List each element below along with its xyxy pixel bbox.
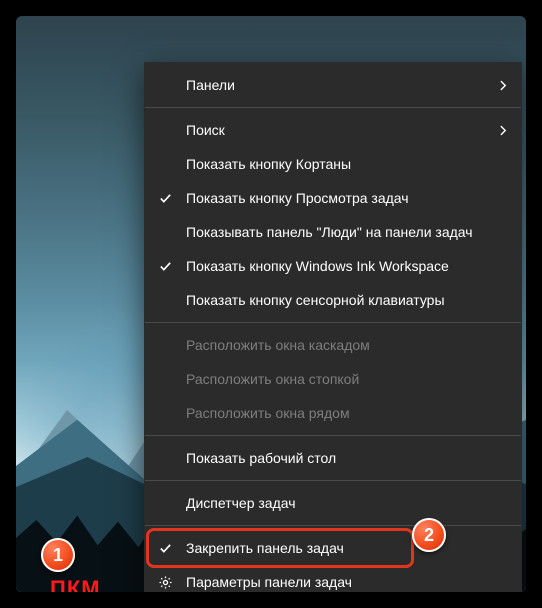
menu-item-label: Показать кнопку Кортаны [186, 156, 351, 172]
screenshot-stage: Панели Поиск Показать кнопку Кортаны [0, 0, 542, 608]
menu-separator [145, 525, 521, 526]
menu-item-label: Расположить окна стопкой [186, 371, 359, 387]
gear-icon [156, 573, 174, 591]
menu-separator [145, 480, 521, 481]
menu-item-label: Панели [186, 77, 235, 93]
menu-item-cascade-windows: Расположить окна каскадом [144, 328, 522, 362]
check-icon [158, 191, 172, 205]
menu-item-label: Показать кнопку сенсорной клавиатуры [186, 292, 445, 308]
menu-item-people-bar[interactable]: Показывать панель "Люди" на панели задач [144, 215, 522, 249]
chevron-right-icon [498, 78, 508, 92]
desktop-area: Панели Поиск Показать кнопку Кортаны [16, 16, 526, 592]
taskbar-context-menu: Панели Поиск Показать кнопку Кортаны [144, 62, 522, 592]
annotation-rcm-label: ПКМ [50, 576, 101, 592]
check-icon [158, 541, 172, 555]
menu-item-task-manager[interactable]: Диспетчер задач [144, 486, 522, 520]
menu-separator [145, 322, 521, 323]
menu-item-label: Диспетчер задач [186, 495, 296, 511]
menu-item-label: Закрепить панель задач [186, 540, 344, 556]
menu-item-lock-taskbar[interactable]: Закрепить панель задач [144, 531, 522, 565]
menu-item-label: Показать рабочий стол [186, 450, 336, 466]
chevron-right-icon [498, 123, 508, 137]
menu-item-taskbar-settings[interactable]: Параметры панели задач [144, 565, 522, 592]
menu-item-touch-keyboard[interactable]: Показать кнопку сенсорной клавиатуры [144, 283, 522, 317]
menu-separator [145, 435, 521, 436]
menu-separator [145, 107, 521, 108]
menu-item-label: Показать кнопку Просмотра задач [186, 190, 409, 206]
menu-item-label: Расположить окна каскадом [186, 337, 370, 353]
menu-item-stack-windows: Расположить окна стопкой [144, 362, 522, 396]
annotation-badge-2: 2 [412, 518, 446, 552]
check-icon [158, 259, 172, 273]
menu-item-label: Поиск [186, 122, 225, 138]
menu-item-toolbars[interactable]: Панели [144, 68, 522, 102]
menu-item-show-desktop[interactable]: Показать рабочий стол [144, 441, 522, 475]
menu-item-side-by-side-windows: Расположить окна рядом [144, 396, 522, 430]
menu-item-ink-workspace[interactable]: Показать кнопку Windows Ink Workspace [144, 249, 522, 283]
menu-item-search[interactable]: Поиск [144, 113, 522, 147]
menu-item-label: Показывать панель "Люди" на панели задач [186, 224, 473, 240]
menu-item-task-view-button[interactable]: Показать кнопку Просмотра задач [144, 181, 522, 215]
menu-item-label: Показать кнопку Windows Ink Workspace [186, 258, 449, 274]
annotation-badge-1: 1 [41, 538, 75, 572]
menu-item-cortana-button[interactable]: Показать кнопку Кортаны [144, 147, 522, 181]
menu-item-label: Расположить окна рядом [186, 405, 350, 421]
menu-item-label: Параметры панели задач [186, 574, 352, 590]
